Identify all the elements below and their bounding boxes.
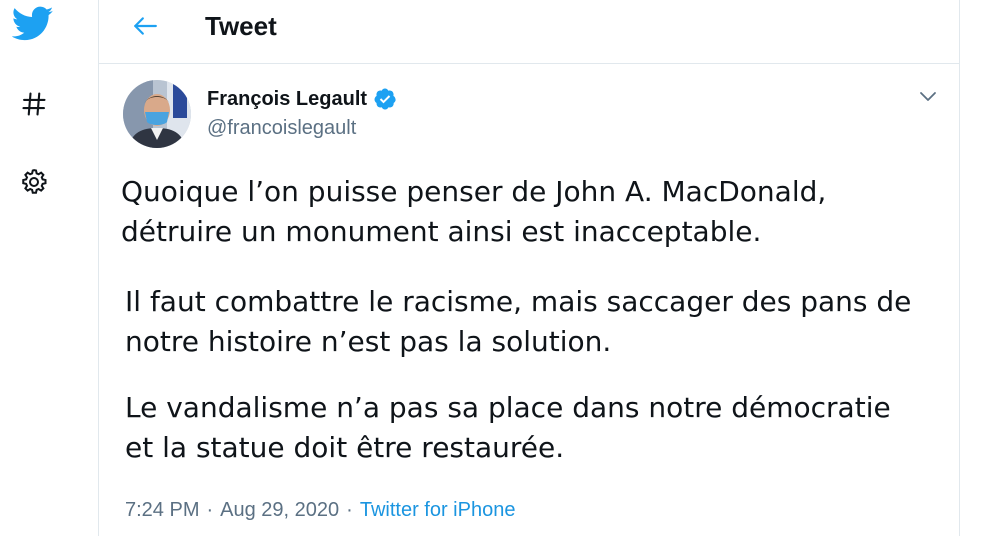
- tweet-paragraph-1: Quoique l’on puisse penser de John A. Ma…: [121, 172, 951, 252]
- tweet-paragraph-2: Il faut combattre le racisme, mais sacca…: [125, 282, 955, 362]
- arrow-left-icon: [134, 17, 157, 35]
- tweet-line: et la statue doit être restaurée.: [125, 431, 565, 464]
- header: Tweet: [99, 0, 959, 58]
- tweet-line: détruire un monument ainsi est inaccepta…: [121, 215, 762, 248]
- twitter-bird-icon[interactable]: [10, 4, 56, 44]
- tweet-line: notre histoire n’est pas la solution.: [125, 325, 612, 358]
- back-button[interactable]: [127, 8, 163, 44]
- tweet-source-link[interactable]: Twitter for iPhone: [360, 497, 516, 523]
- tweet-column: Tweet François Legault @francoislegault: [98, 0, 960, 536]
- tweet-line: Le vandalisme n’a pas sa place dans notr…: [125, 391, 891, 424]
- author-name-row: François Legault: [207, 86, 397, 112]
- author-handle[interactable]: @francoislegault: [207, 115, 356, 141]
- header-divider: [99, 63, 959, 64]
- tweet-paragraph-3: Le vandalisme n’a pas sa place dans notr…: [125, 388, 955, 468]
- gear-icon[interactable]: [14, 162, 54, 202]
- page-title: Tweet: [205, 11, 277, 41]
- tweet-meta: 7:24 PM · Aug 29, 2020 · Twitter for iPh…: [125, 497, 515, 523]
- chevron-down-icon[interactable]: [916, 84, 940, 108]
- tweet-line: Il faut combattre le racisme, mais sacca…: [125, 285, 912, 318]
- meta-separator: ·: [346, 499, 353, 521]
- left-nav: [0, 0, 70, 536]
- avatar[interactable]: [123, 80, 191, 148]
- verified-badge-icon: [373, 87, 397, 111]
- author-name[interactable]: François Legault: [207, 86, 367, 112]
- tweet-time[interactable]: 7:24 PM: [125, 497, 199, 523]
- tweet-line: Quoique l’on puisse penser de John A. Ma…: [121, 175, 827, 208]
- tweet-date[interactable]: Aug 29, 2020: [220, 497, 339, 523]
- meta-separator: ·: [206, 499, 214, 521]
- hashtag-icon[interactable]: [14, 84, 54, 124]
